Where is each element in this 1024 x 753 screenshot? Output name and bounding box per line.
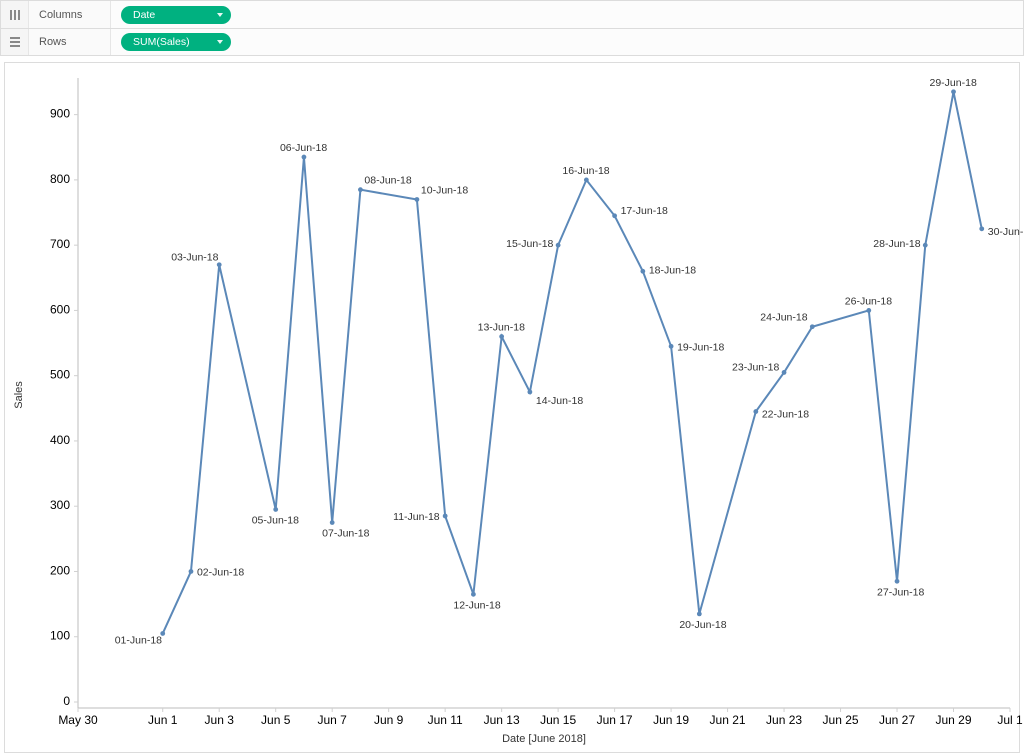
data-point[interactable] bbox=[415, 197, 420, 202]
data-label: 24-Jun-18 bbox=[760, 312, 807, 324]
data-point[interactable] bbox=[189, 569, 194, 574]
data-point[interactable] bbox=[584, 177, 589, 182]
y-tick-label: 300 bbox=[50, 498, 70, 512]
x-tick-label: Jun 23 bbox=[766, 713, 802, 727]
data-label: 11-Jun-18 bbox=[393, 511, 440, 523]
data-label: 14-Jun-18 bbox=[536, 395, 583, 407]
x-axis-label: Date [June 2018] bbox=[502, 733, 586, 745]
data-point[interactable] bbox=[443, 514, 448, 519]
data-point[interactable] bbox=[979, 226, 984, 231]
data-label: 26-Jun-18 bbox=[845, 295, 892, 307]
data-point[interactable] bbox=[471, 592, 476, 597]
data-point[interactable] bbox=[302, 155, 307, 160]
data-label: 27-Jun-18 bbox=[877, 586, 924, 598]
data-label: 17-Jun-18 bbox=[621, 205, 668, 217]
x-tick-label: Jun 25 bbox=[823, 713, 859, 727]
data-label: 22-Jun-18 bbox=[762, 409, 809, 421]
y-tick-label: 0 bbox=[63, 694, 70, 708]
data-label: 15-Jun-18 bbox=[506, 238, 553, 250]
data-label: 20-Jun-18 bbox=[679, 619, 726, 631]
x-tick-label: Jul 1 bbox=[997, 713, 1023, 727]
columns-track[interactable]: Date bbox=[111, 1, 1023, 28]
x-tick-label: Jun 5 bbox=[261, 713, 291, 727]
x-tick-label: Jun 21 bbox=[710, 713, 746, 727]
x-tick-label: Jun 11 bbox=[428, 713, 463, 727]
data-label: 01-Jun-18 bbox=[115, 634, 162, 646]
x-tick-label: Jun 7 bbox=[318, 713, 348, 727]
data-point[interactable] bbox=[810, 324, 815, 329]
data-point[interactable] bbox=[273, 507, 278, 512]
y-tick-label: 200 bbox=[50, 563, 70, 577]
x-tick-label: May 30 bbox=[58, 713, 98, 727]
data-label: 18-Jun-18 bbox=[649, 264, 696, 276]
data-label: 08-Jun-18 bbox=[364, 175, 411, 187]
data-label: 03-Jun-18 bbox=[171, 252, 218, 264]
shelves: Columns Date Rows SUM(Sales) bbox=[0, 0, 1024, 56]
columns-pill-date[interactable]: Date bbox=[121, 6, 231, 24]
data-label: 13-Jun-18 bbox=[478, 322, 525, 334]
columns-shelf[interactable]: Columns Date bbox=[0, 0, 1024, 28]
x-tick-label: Jun 29 bbox=[935, 713, 971, 727]
data-label: 29-Jun-18 bbox=[930, 77, 977, 89]
x-tick-label: Jun 27 bbox=[879, 713, 915, 727]
data-label: 19-Jun-18 bbox=[677, 341, 724, 353]
y-tick-label: 500 bbox=[50, 368, 70, 382]
data-label: 02-Jun-18 bbox=[197, 566, 244, 578]
y-tick-label: 700 bbox=[50, 237, 70, 251]
x-tick-label: Jun 17 bbox=[597, 713, 633, 727]
data-label: 16-Jun-18 bbox=[562, 165, 609, 177]
data-point[interactable] bbox=[499, 334, 504, 339]
rows-label: Rows bbox=[29, 29, 111, 55]
data-point[interactable] bbox=[612, 213, 617, 218]
data-label: 30-Jun-18 bbox=[988, 226, 1024, 238]
rows-shelf[interactable]: Rows SUM(Sales) bbox=[0, 28, 1024, 56]
data-point[interactable] bbox=[556, 243, 561, 248]
y-tick-label: 900 bbox=[50, 107, 70, 121]
chart-viewport[interactable]: 0 100 200 300 400 500 600 700 800 900 Sales May 30 J… bbox=[0, 56, 1024, 753]
y-tick-label: 100 bbox=[50, 629, 70, 643]
data-point[interactable] bbox=[951, 89, 956, 94]
rows-icon bbox=[1, 29, 29, 55]
x-tick-label: Jun 13 bbox=[484, 713, 520, 727]
y-tick-label: 400 bbox=[50, 433, 70, 447]
columns-label: Columns bbox=[29, 1, 111, 28]
y-tick-label: 800 bbox=[50, 172, 70, 186]
data-point[interactable] bbox=[782, 370, 787, 375]
data-point[interactable] bbox=[895, 579, 900, 584]
line-chart[interactable]: 0 100 200 300 400 500 600 700 800 900 Sales May 30 J… bbox=[0, 56, 1024, 753]
y-tick-label: 600 bbox=[50, 302, 70, 316]
data-point[interactable] bbox=[669, 344, 674, 349]
data-point[interactable] bbox=[640, 269, 645, 274]
data-point[interactable] bbox=[527, 390, 532, 395]
data-point[interactable] bbox=[358, 187, 363, 192]
rows-pill-sum-sales[interactable]: SUM(Sales) bbox=[121, 33, 231, 51]
data-label: 23-Jun-18 bbox=[732, 361, 779, 373]
x-tick-label: Jun 1 bbox=[148, 713, 178, 727]
x-tick-label: Jun 19 bbox=[653, 713, 689, 727]
data-label: 05-Jun-18 bbox=[252, 514, 299, 526]
data-point[interactable] bbox=[923, 243, 928, 248]
columns-icon bbox=[1, 1, 29, 28]
data-label: 12-Jun-18 bbox=[453, 599, 500, 611]
data-label: 07-Jun-18 bbox=[322, 528, 369, 540]
data-label: 10-Jun-18 bbox=[421, 184, 468, 196]
data-point[interactable] bbox=[330, 520, 335, 525]
rows-track[interactable]: SUM(Sales) bbox=[111, 29, 1023, 55]
data-point[interactable] bbox=[753, 409, 758, 414]
x-tick-label: Jun 3 bbox=[205, 713, 235, 727]
data-point[interactable] bbox=[697, 611, 702, 616]
y-axis-label: Sales bbox=[13, 381, 25, 409]
data-label: 06-Jun-18 bbox=[280, 142, 327, 154]
x-tick-label: Jun 9 bbox=[374, 713, 404, 727]
data-label: 28-Jun-18 bbox=[873, 238, 920, 250]
x-tick-label: Jun 15 bbox=[540, 713, 576, 727]
data-point[interactable] bbox=[866, 308, 871, 313]
